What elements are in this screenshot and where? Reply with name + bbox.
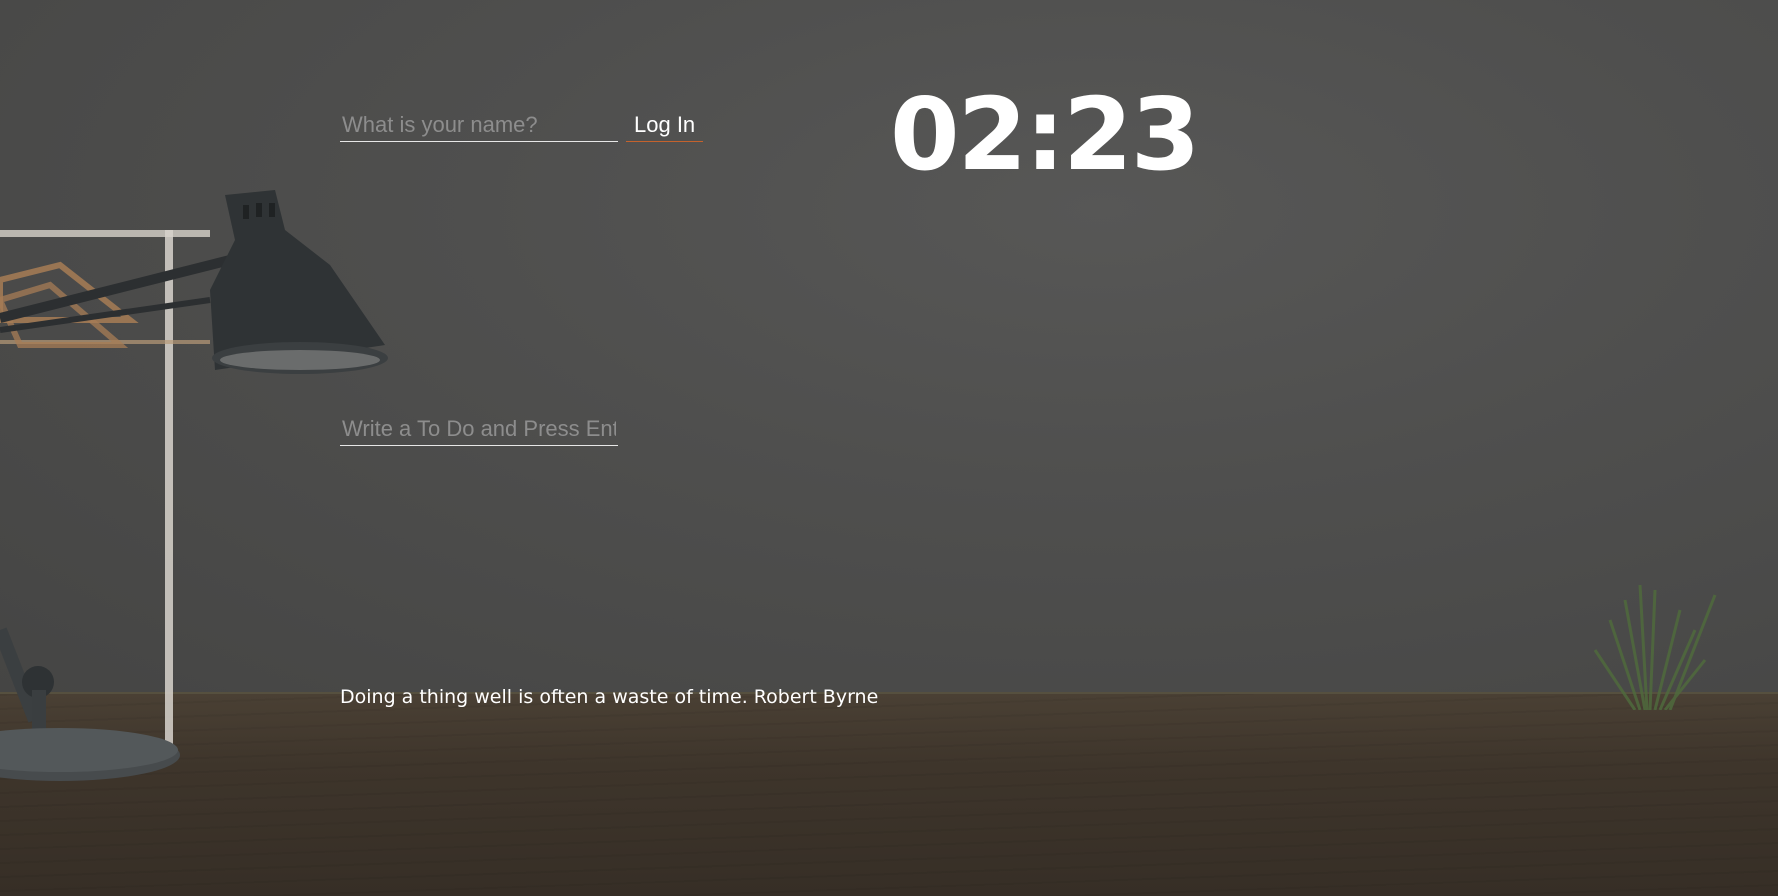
login-form: Log In <box>340 108 704 142</box>
plant-illustration <box>1593 584 1717 710</box>
quote-text: Doing a thing well is often a waste of t… <box>340 686 748 708</box>
quote: Doing a thing well is often a waste of t… <box>340 686 878 708</box>
name-input[interactable] <box>340 109 618 142</box>
clock-display: 02:23 <box>890 76 1200 193</box>
todo-form <box>340 413 618 446</box>
quote-author: Robert Byrne <box>753 686 879 708</box>
login-button[interactable]: Log In <box>626 108 704 142</box>
background-image <box>0 0 1778 896</box>
todo-input[interactable] <box>340 413 618 446</box>
